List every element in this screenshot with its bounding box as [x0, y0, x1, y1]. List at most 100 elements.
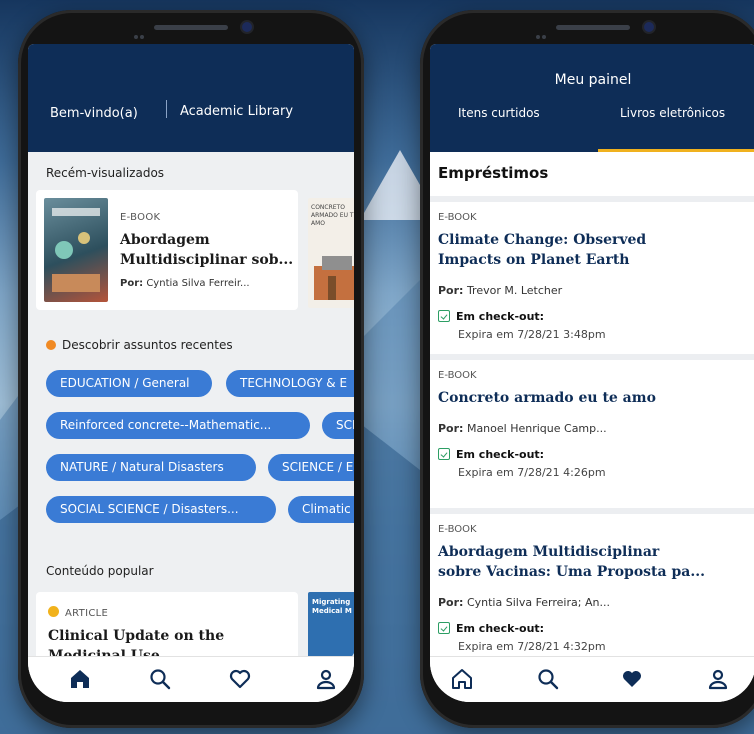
author-label: Por:: [438, 422, 464, 435]
search-icon[interactable]: [148, 667, 172, 691]
subject-pill[interactable]: TECHNOLOGY & E: [226, 370, 354, 397]
recent-item-title[interactable]: Abordagem Multidisciplinar sob...: [120, 230, 293, 270]
loan-tag: E-BOOK: [438, 524, 477, 535]
calendar-check-icon: [438, 622, 450, 634]
loan-item[interactable]: E-BOOK Abordagem Multidisciplinar sobre …: [430, 508, 754, 656]
recent-title-line1: Abordagem: [120, 232, 210, 248]
recent-item-tag: E-BOOK: [120, 212, 161, 223]
popular-item-tag: ARTICLE: [48, 606, 108, 619]
loan-expiry: Expira em 7/28/21 3:48pm: [458, 328, 606, 341]
next-cover-text: CONCRETO ARMADO EU TE AMO: [311, 204, 354, 227]
mountain-cover-art: [328, 653, 354, 656]
header-divider: [166, 100, 167, 118]
loans-body[interactable]: Empréstimos E-BOOK Climate Change: Obser…: [430, 152, 754, 656]
home-icon[interactable]: [68, 667, 92, 691]
author-name: Trevor M. Letcher: [466, 284, 563, 297]
speaker-bar: [154, 25, 228, 30]
dashboard-header: Meu painel Itens curtidos Livros eletrôn…: [430, 44, 754, 152]
home-header: Bem-vindo(a) Academic Library: [28, 44, 354, 152]
tab-ebooks[interactable]: Livros eletrônicos: [620, 106, 725, 120]
subjects-section-title: Descobrir assuntos recentes: [46, 338, 233, 352]
user-icon[interactable]: [314, 667, 338, 691]
library-name[interactable]: Academic Library: [180, 104, 293, 119]
screen-home: Bem-vindo(a) Academic Library Recém-visu…: [28, 44, 354, 702]
loan-title[interactable]: Concreto armado eu te amo: [438, 388, 656, 408]
dashboard-title: Meu painel: [554, 72, 632, 88]
loan-title-line1: Concreto armado eu te amo: [438, 390, 656, 406]
subjects-title-text: Descobrir assuntos recentes: [62, 338, 233, 352]
home-icon[interactable]: [450, 667, 474, 691]
next-book-cover[interactable]: CONCRETO ARMADO EU TE AMO: [308, 198, 354, 308]
bottom-nav: [28, 656, 354, 702]
checkout-status: Em check-out:: [438, 310, 544, 323]
recent-section-title: Recém-visualizados: [46, 166, 165, 180]
cover-art: [52, 208, 100, 292]
concrete-cover-art: [314, 256, 354, 300]
user-icon[interactable]: [706, 667, 730, 691]
status-text: Em check-out:: [456, 448, 545, 461]
bottom-nav: [430, 656, 754, 702]
phone-left: Bem-vindo(a) Academic Library Recém-visu…: [18, 10, 364, 728]
home-body[interactable]: Recém-visualizados E-BOOK Abordagem Mult…: [28, 152, 354, 656]
popular-tag-text: ARTICLE: [65, 608, 109, 619]
checkout-status: Em check-out:: [438, 622, 544, 635]
loan-title-line1: Climate Change: Observed: [438, 232, 647, 248]
front-camera: [242, 22, 252, 32]
loan-author: Por: Manoel Henrique Camp...: [438, 422, 607, 435]
subject-pill[interactable]: SCIE: [322, 412, 354, 439]
checkout-status: Em check-out:: [438, 448, 544, 461]
loan-item[interactable]: E-BOOK Concreto armado eu te amo Por: Ma…: [430, 354, 754, 510]
loan-title-line2: Impacts on Planet Earth: [438, 252, 630, 268]
subject-pill[interactable]: NATURE / Natural Disasters: [46, 454, 256, 481]
heart-icon[interactable]: [620, 667, 644, 691]
loans-title: Empréstimos: [438, 164, 549, 182]
recent-item-author: Por: Cyntia Silva Ferreir...: [120, 278, 250, 289]
loan-title[interactable]: Abordagem Multidisciplinar sobre Vacinas…: [438, 542, 705, 582]
subject-pill[interactable]: Reinforced concrete--Mathematic...: [46, 412, 310, 439]
status-text: Em check-out:: [456, 310, 545, 323]
loan-title-line1: Abordagem Multidisciplinar: [438, 544, 660, 560]
author-label: Por:: [438, 596, 464, 609]
article-icon: [48, 606, 59, 617]
subject-pill[interactable]: EDUCATION / General: [46, 370, 212, 397]
loan-tag: E-BOOK: [438, 212, 477, 223]
subject-pill[interactable]: Climatic c: [288, 496, 354, 523]
speaker-bar: [556, 25, 630, 30]
popular-title-line2: Medicinal Use: [48, 648, 160, 656]
author-name: Manoel Henrique Camp...: [466, 422, 607, 435]
popular-item-card[interactable]: ARTICLE Clinical Update on the Medicinal…: [36, 592, 298, 656]
loan-author: Por: Trevor M. Letcher: [438, 284, 562, 297]
author-label: Por:: [438, 284, 464, 297]
loan-title-line2: sobre Vacinas: Uma Proposta pa...: [438, 564, 705, 580]
recent-title-line2: Multidisciplinar sob...: [120, 252, 294, 268]
status-text: Em check-out:: [456, 622, 545, 635]
popular-title-line1: Clinical Update on the: [48, 628, 225, 644]
author-label: Por:: [120, 278, 144, 289]
phone-right: Meu painel Itens curtidos Livros eletrôn…: [420, 10, 754, 728]
front-camera: [644, 22, 654, 32]
next-popular-cover-text: Migrating Medical M: [312, 598, 352, 615]
subject-pill[interactable]: SOCIAL SCIENCE / Disasters...: [46, 496, 276, 523]
welcome-text: Bem-vindo(a): [50, 106, 138, 121]
calendar-check-icon: [438, 448, 450, 460]
speaker-dots: [134, 24, 148, 39]
book-cover-thumbnail: [44, 198, 108, 302]
heart-icon[interactable]: [228, 667, 252, 691]
popular-item-title[interactable]: Clinical Update on the Medicinal Use: [48, 626, 224, 656]
subject-pill[interactable]: SCIENCE / Er: [268, 454, 354, 481]
loan-author: Por: Cyntia Silva Ferreira; An...: [438, 596, 610, 609]
loan-expiry: Expira em 7/28/21 4:32pm: [458, 640, 606, 653]
screen-dashboard: Meu painel Itens curtidos Livros eletrôn…: [430, 44, 754, 702]
calendar-check-icon: [438, 310, 450, 322]
speaker-dots: [536, 24, 550, 39]
next-popular-cover[interactable]: Migrating Medical M: [308, 592, 354, 656]
author-name: Cyntia Silva Ferreira; An...: [466, 596, 610, 609]
recent-item-card[interactable]: E-BOOK Abordagem Multidisciplinar sob...…: [36, 190, 298, 310]
loan-item[interactable]: E-BOOK Climate Change: Observed Impacts …: [430, 196, 754, 354]
search-icon[interactable]: [536, 667, 560, 691]
loan-title[interactable]: Climate Change: Observed Impacts on Plan…: [438, 230, 646, 270]
popular-section-title: Conteúdo popular: [46, 564, 154, 578]
tab-liked-items[interactable]: Itens curtidos: [458, 106, 540, 120]
loan-expiry: Expira em 7/28/21 4:26pm: [458, 466, 606, 479]
loan-tag: E-BOOK: [438, 370, 477, 381]
